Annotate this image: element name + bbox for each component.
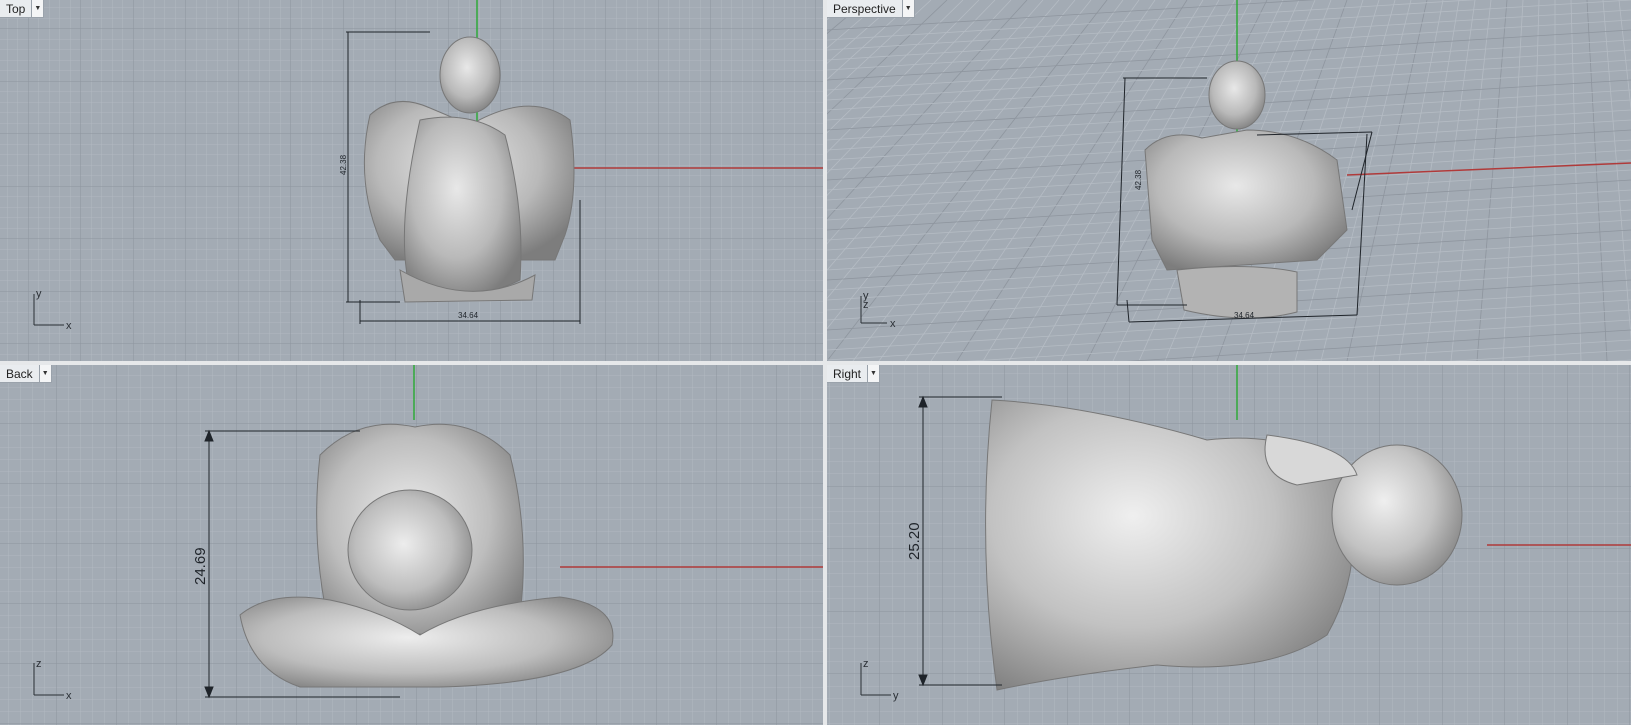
width-dim-label-perspective: 34.64	[1234, 311, 1255, 320]
viewport-top[interactable]: 42.38 34.64 y x Top ▼	[0, 0, 823, 361]
axis-label-z: z	[863, 299, 869, 311]
viewport-right[interactable]: 25.20 z y Right ▼	[827, 365, 1631, 725]
viewport-label-right: Right	[833, 367, 862, 381]
viewport-label-top: Top	[6, 2, 26, 16]
chevron-down-icon[interactable]: ▼	[867, 365, 880, 382]
viewport-tab-right[interactable]: Right ▼	[827, 365, 881, 383]
viewport-label-back: Back	[6, 367, 33, 381]
axis-label-z: z	[36, 658, 42, 670]
axis-label-y: y	[36, 288, 42, 300]
viewport-label-perspective: Perspective	[833, 2, 896, 16]
viewport-tab-top[interactable]: Top ▼	[0, 0, 45, 18]
height-dim-label-right: 25.20	[906, 522, 923, 560]
chevron-down-icon[interactable]: ▼	[38, 365, 51, 382]
axis-label-x: x	[66, 690, 72, 702]
axis-label-z: z	[863, 658, 869, 670]
chevron-down-icon[interactable]: ▼	[31, 0, 44, 17]
axis-label-x: x	[66, 320, 72, 332]
chevron-down-icon[interactable]: ▼	[901, 0, 914, 17]
height-dim-label-perspective: 42.38	[1134, 169, 1143, 190]
viewport-divider-horizontal[interactable]	[0, 361, 1631, 365]
grid-back: 24.69 z x	[0, 365, 823, 725]
grid-perspective: 42.38 34.64 y z x	[827, 0, 1631, 361]
viewport-tab-back[interactable]: Back ▼	[0, 365, 52, 383]
viewport-perspective[interactable]: 42.38 34.64 y z x Perspective ▼	[827, 0, 1631, 361]
axis-label-y: y	[893, 690, 899, 702]
axis-label-x: x	[890, 318, 896, 330]
height-dim-label-top: 42.38	[339, 154, 348, 175]
width-dim-label-top: 34.64	[458, 311, 479, 320]
viewport-back[interactable]: 24.69 z x Back ▼	[0, 365, 823, 725]
height-dim-label-back: 24.69	[192, 547, 209, 585]
grid-top: 42.38 34.64 y x	[0, 0, 823, 361]
grid-right: 25.20 z y	[827, 365, 1631, 725]
viewport-tab-perspective[interactable]: Perspective ▼	[827, 0, 915, 18]
